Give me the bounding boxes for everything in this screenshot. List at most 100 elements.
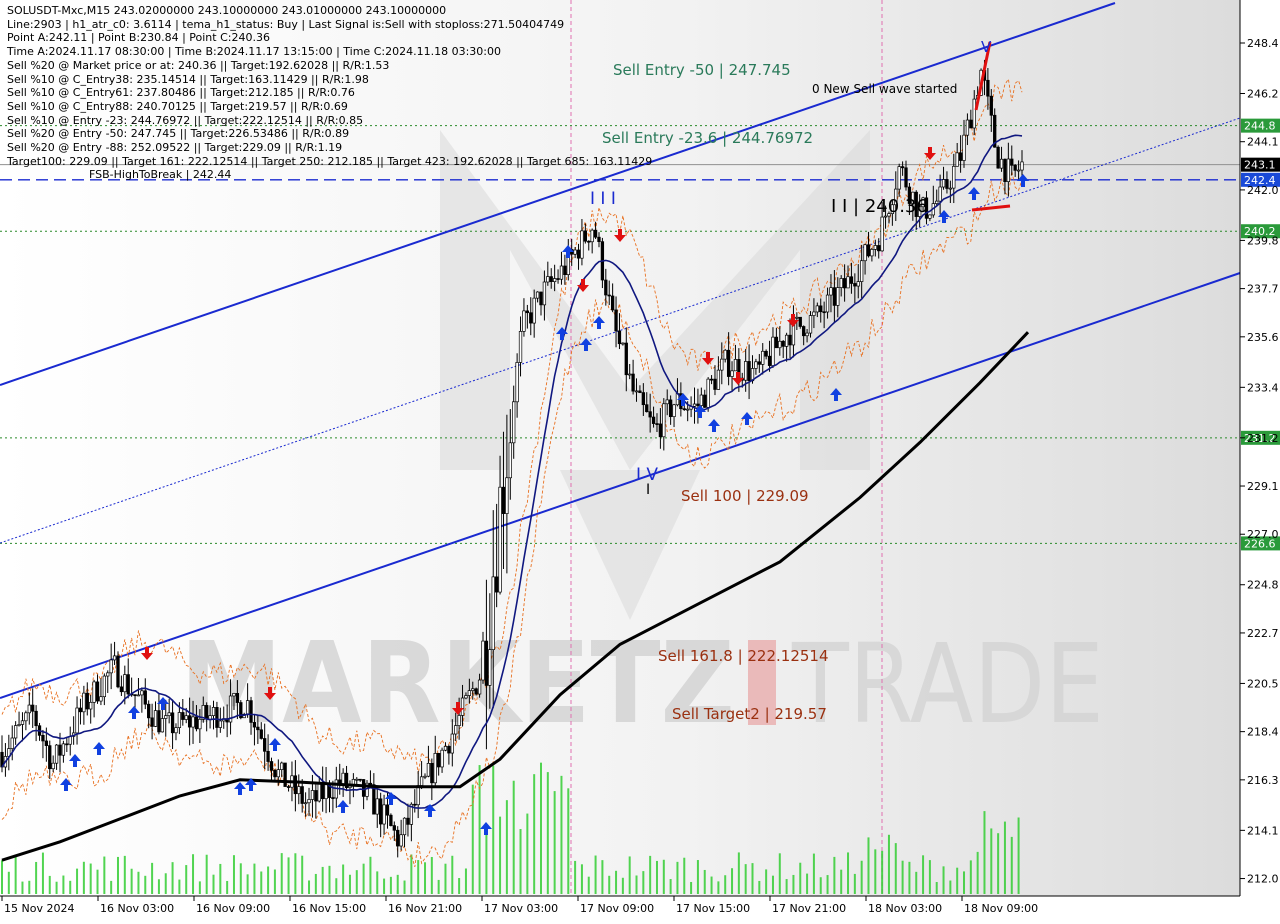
candle-body-60 <box>205 705 209 720</box>
volume-bar-78 <box>267 866 270 894</box>
candle-body-224 <box>764 350 768 357</box>
candle-body-20 <box>68 736 72 745</box>
candle-body-275 <box>938 186 942 202</box>
candle-body-183 <box>624 342 628 376</box>
y-tick-label-10: 227.0 <box>1247 528 1279 541</box>
candle-body-7 <box>24 712 28 722</box>
candle-body-254 <box>866 244 871 257</box>
volume-bar-262 <box>894 843 897 894</box>
volume-bar-54 <box>185 865 188 894</box>
y-tick-label-7: 233.4 <box>1247 381 1279 394</box>
candle-body-222 <box>757 361 761 365</box>
candle-body-171 <box>583 230 587 242</box>
volume-bar-260 <box>887 834 890 894</box>
volume-bar-34 <box>116 856 119 894</box>
volume-bar-32 <box>110 880 113 894</box>
candle-body-281 <box>958 152 963 161</box>
y-tick-label-12: 222.7 <box>1247 627 1279 640</box>
volume-bar-178 <box>608 875 611 894</box>
candle-body-113 <box>385 804 390 816</box>
candle-body-265 <box>904 167 908 188</box>
volume-bar-40 <box>137 871 140 894</box>
volume-bar-154 <box>526 813 529 894</box>
volume-bar-206 <box>703 869 706 894</box>
volume-bar-56 <box>192 854 195 894</box>
candle-body-138 <box>471 688 475 691</box>
candle-body-40 <box>136 694 141 697</box>
label-sell-1618: Sell 161.8 | 222.12514 <box>658 647 829 665</box>
volume-bar-2 <box>7 871 10 894</box>
x-tick-label-8: 17 Nov 21:00 <box>772 902 846 915</box>
candle-body-140 <box>477 679 482 695</box>
volume-bar-114 <box>389 876 392 894</box>
candle-body-125 <box>426 762 431 777</box>
candle-body-189 <box>645 404 649 413</box>
y-tick-label-14: 218.4 <box>1247 726 1279 739</box>
candle-body-94 <box>321 782 325 800</box>
candle-body-299 <box>1020 161 1024 171</box>
volume-bar-126 <box>430 856 433 894</box>
volume-bar-12 <box>41 852 44 894</box>
candle-body-175 <box>597 236 601 242</box>
candle-body-82 <box>280 762 284 770</box>
candle-body-15 <box>51 762 55 770</box>
candle-body-196 <box>668 399 673 418</box>
candle-body-205 <box>699 394 703 406</box>
volume-bar-186 <box>635 875 638 894</box>
watermark-right: TRADE <box>791 620 1104 748</box>
y-tick-label-2: 244.1 <box>1247 136 1279 149</box>
volume-bar-50 <box>171 862 174 894</box>
candle-body-16 <box>54 744 59 764</box>
volume-bar-70 <box>239 863 242 894</box>
candle-body-26 <box>89 701 93 710</box>
volume-bar-194 <box>662 859 665 894</box>
candle-body-122 <box>416 785 420 806</box>
candle-body-18 <box>61 743 66 756</box>
volume-bar-156 <box>533 774 536 894</box>
volume-bar-22 <box>76 868 79 894</box>
y-tick-label-5: 237.7 <box>1247 283 1279 296</box>
volume-bar-14 <box>48 875 51 894</box>
volume-bar-48 <box>164 873 167 894</box>
candle-body-276 <box>941 179 946 188</box>
chart-root[interactable]: MARKETZ TRADE V I I I I V I Sell Entry -… <box>0 0 1280 920</box>
volume-bar-180 <box>615 870 618 894</box>
info-line-1: Line:2903 | h1_atr_c0: 3.6114 | tema_h1_… <box>7 17 565 31</box>
candle-body-41 <box>140 690 144 696</box>
volume-bar-272 <box>928 860 931 894</box>
x-tick-label-4: 16 Nov 21:00 <box>388 902 462 915</box>
volume-bar-16 <box>55 881 58 894</box>
volume-bar-98 <box>335 878 338 894</box>
candle-body-68 <box>232 693 236 697</box>
candle-body-169 <box>576 249 581 259</box>
candle-body-145 <box>494 576 499 593</box>
volume-bar-122 <box>417 860 420 894</box>
candle-body-24 <box>82 692 86 713</box>
candle-body-185 <box>631 373 635 392</box>
y-tick-label-3: 242.0 <box>1247 184 1279 197</box>
candle-body-104 <box>355 778 359 781</box>
candle-body-36 <box>123 674 127 693</box>
candle-body-87 <box>297 786 301 795</box>
candle-body-23 <box>78 707 83 713</box>
candle-body-100 <box>341 772 345 785</box>
candle-body-158 <box>539 291 543 306</box>
watermark-left: MARKETZ <box>180 619 735 749</box>
volume-bar-210 <box>717 881 720 894</box>
candle-body-212 <box>723 349 727 360</box>
volume-bar-204 <box>696 860 699 894</box>
candle-body-93 <box>317 782 321 802</box>
volume-bar-290 <box>990 828 993 894</box>
volume-bar-238 <box>812 853 815 894</box>
candle-body-178 <box>607 294 611 297</box>
candle-body-190 <box>648 411 652 418</box>
candle-body-143 <box>488 649 492 686</box>
volume-bar-166 <box>567 788 570 894</box>
volume-bar-150 <box>512 780 515 894</box>
candle-body-280 <box>955 152 959 167</box>
volume-bar-74 <box>253 863 256 894</box>
candle-body-215 <box>733 359 738 372</box>
volume-bar-64 <box>219 863 222 894</box>
volume-bar-120 <box>410 854 413 894</box>
volume-bar-228 <box>778 853 781 894</box>
